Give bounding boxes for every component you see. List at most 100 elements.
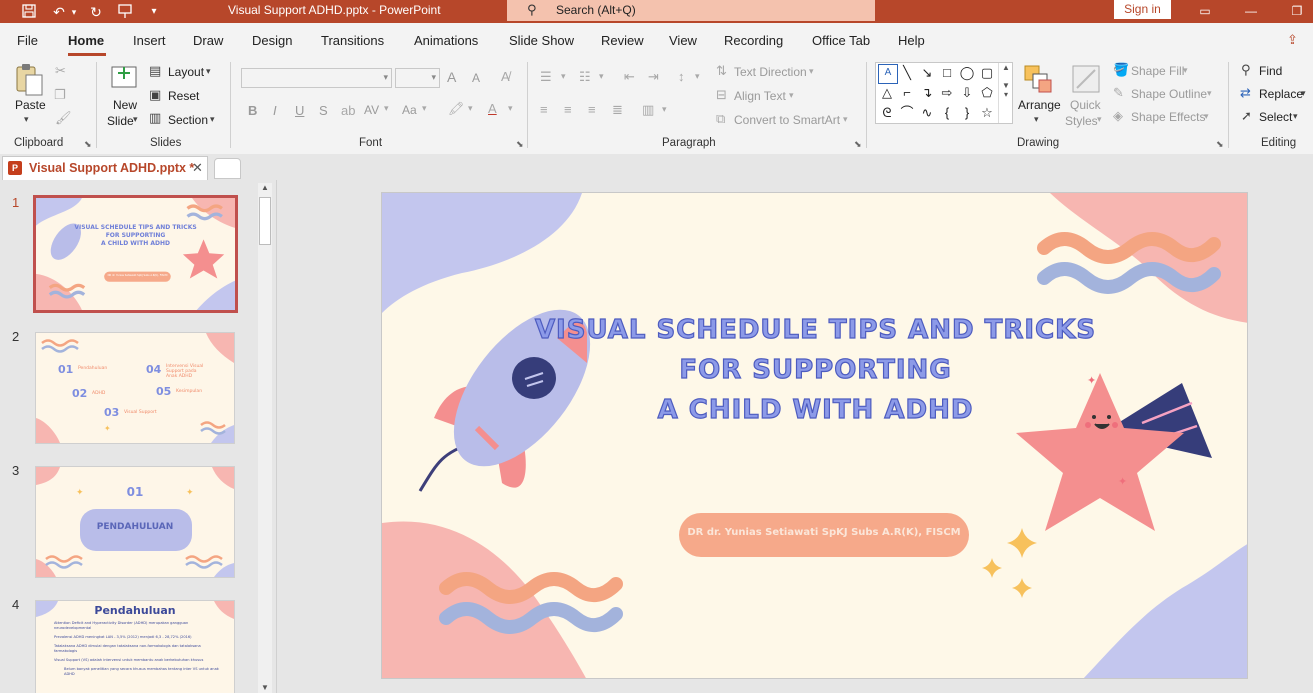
tab-transitions[interactable]: Transitions bbox=[321, 33, 384, 48]
align-left-icon[interactable]: ≡ bbox=[540, 102, 548, 117]
reset-icon[interactable]: ▣ bbox=[149, 87, 161, 103]
slide-title-line-1[interactable]: VISUAL SCHEDULE TIPS AND TRICKS bbox=[382, 314, 1247, 345]
arrange-dropdown-icon[interactable]: ▾ bbox=[1034, 114, 1039, 125]
right-brace-shape-icon[interactable]: } bbox=[958, 104, 976, 122]
chevron-down-icon[interactable]: ▾ bbox=[1301, 88, 1306, 99]
chevron-down-icon[interactable]: ▾ bbox=[599, 71, 604, 82]
right-arrow-shape-icon[interactable]: ⇨ bbox=[938, 84, 956, 102]
new-slide-dropdown-icon[interactable]: ▾ bbox=[133, 114, 138, 125]
bold-button[interactable]: B bbox=[248, 103, 257, 118]
customize-toolbar-icon[interactable]: ▾ bbox=[145, 3, 163, 21]
scrollbar-thumb[interactable] bbox=[259, 197, 271, 245]
arrow-line-shape-icon[interactable]: ↘ bbox=[918, 64, 936, 82]
shapes-gallery[interactable]: A ╲ ↘ □ ◯ ▢ △ ⌐ ↴ ⇨ ⇩ ⬠ ᘓ ⌒ ∿ { } ☆ ▲ ▼ ▾ bbox=[875, 62, 1013, 124]
convert-to-smartart-button[interactable]: Convert to SmartArt bbox=[734, 113, 840, 127]
tab-insert[interactable]: Insert bbox=[133, 33, 166, 48]
star-shape-icon[interactable]: ☆ bbox=[978, 104, 996, 122]
left-brace-shape-icon[interactable]: { bbox=[938, 104, 956, 122]
tab-home[interactable]: Home bbox=[68, 33, 104, 48]
chevron-down-icon[interactable]: ▾ bbox=[561, 71, 566, 82]
shape-outline-button[interactable]: Shape Outline bbox=[1131, 87, 1207, 101]
font-color-icon[interactable]: A bbox=[488, 101, 497, 116]
slide-thumbnail-3[interactable]: ✦ ✦ 01 PENDAHULUAN bbox=[35, 466, 235, 578]
search-input[interactable]: ⚲ Search (Alt+Q) bbox=[507, 0, 875, 21]
gallery-scroll[interactable]: ▲ ▼ ▾ bbox=[998, 63, 1013, 123]
paste-button[interactable]: Paste bbox=[15, 98, 46, 112]
restore-icon[interactable]: ❐ bbox=[1287, 2, 1307, 20]
align-right-icon[interactable]: ≡ bbox=[588, 102, 596, 117]
slide-thumbnail-1[interactable]: VISUAL SCHEDULE TIPS AND TRICKS FOR SUPP… bbox=[33, 195, 238, 313]
undo-dropdown-icon[interactable]: ▾ bbox=[65, 3, 83, 21]
select-icon[interactable]: ➚ bbox=[1241, 108, 1252, 124]
paste-icon[interactable] bbox=[14, 63, 46, 97]
present-icon[interactable] bbox=[116, 3, 134, 21]
quick-styles-label-2[interactable]: Styles bbox=[1065, 114, 1098, 128]
replace-icon[interactable]: ⇄ bbox=[1240, 85, 1251, 101]
paste-dropdown-icon[interactable]: ▾ bbox=[24, 114, 29, 125]
tab-draw[interactable]: Draw bbox=[193, 33, 223, 48]
align-text-button[interactable]: Align Text bbox=[734, 89, 786, 103]
chevron-down-icon[interactable]: ▾ bbox=[843, 114, 848, 125]
chevron-down-icon[interactable]: ▾ bbox=[809, 66, 814, 77]
font-name-combobox[interactable]: ▾ bbox=[241, 68, 392, 88]
slide-canvas[interactable]: ✦ ✦ VISUAL SCHEDULE TIPS AND TRICKS FOR … bbox=[381, 192, 1248, 679]
find-icon[interactable]: ⚲ bbox=[1241, 62, 1251, 78]
redo-icon[interactable]: ↻ bbox=[87, 3, 105, 21]
scroll-down-icon[interactable]: ▼ bbox=[261, 683, 269, 692]
text-box-shape-icon[interactable]: A bbox=[878, 64, 898, 84]
tab-slide-show[interactable]: Slide Show bbox=[509, 33, 574, 48]
elbow-connector-shape-icon[interactable]: ⌐ bbox=[898, 84, 916, 102]
font-launcher-icon[interactable]: ⬊ bbox=[516, 139, 524, 150]
triangle-shape-icon[interactable]: △ bbox=[878, 84, 896, 102]
elbow-arrow-shape-icon[interactable]: ↴ bbox=[918, 84, 936, 102]
tab-animations[interactable]: Animations bbox=[414, 33, 478, 48]
italic-button[interactable]: I bbox=[273, 103, 277, 118]
freeform-shape-icon[interactable]: ᘓ bbox=[878, 104, 896, 122]
change-case-button[interactable]: Aa bbox=[402, 103, 417, 117]
select-button[interactable]: Select bbox=[1259, 110, 1292, 124]
replace-button[interactable]: Replace bbox=[1259, 87, 1303, 101]
minimize-icon[interactable]: — bbox=[1241, 2, 1261, 20]
justify-icon[interactable]: ≣ bbox=[612, 102, 623, 118]
chevron-down-icon[interactable]: ▾ bbox=[1097, 114, 1102, 125]
scroll-up-icon[interactable]: ▲ bbox=[261, 183, 269, 192]
save-icon[interactable] bbox=[20, 3, 38, 21]
tab-view[interactable]: View bbox=[669, 33, 697, 48]
layout-dropdown-icon[interactable]: ▾ bbox=[206, 66, 211, 77]
share-icon[interactable]: ⇪ bbox=[1287, 32, 1298, 48]
quick-styles-icon[interactable] bbox=[1071, 64, 1101, 94]
arrange-icon[interactable] bbox=[1023, 64, 1053, 94]
arrange-button[interactable]: Arrange bbox=[1018, 98, 1061, 112]
tab-file[interactable]: File bbox=[17, 33, 38, 48]
chevron-down-icon[interactable]: ▾ bbox=[662, 104, 667, 115]
new-slide-label-1[interactable]: New bbox=[113, 98, 137, 112]
new-tab-button[interactable] bbox=[214, 158, 241, 179]
drawing-launcher-icon[interactable]: ⬊ bbox=[1216, 139, 1224, 150]
cut-icon[interactable]: ✂ bbox=[55, 63, 66, 79]
format-painter-icon[interactable]: 🖌 bbox=[55, 110, 72, 126]
slide-title-line-2[interactable]: FOR SUPPORTING bbox=[382, 354, 1247, 385]
reset-button[interactable]: Reset bbox=[168, 89, 199, 103]
bullets-icon[interactable]: ☰ bbox=[540, 69, 552, 85]
clipboard-launcher-icon[interactable]: ⬊ bbox=[84, 139, 92, 150]
presenter-pill[interactable]: DR dr. Yunias Setiawati SpKJ Subs A.R(K)… bbox=[679, 513, 969, 557]
tab-review[interactable]: Review bbox=[601, 33, 644, 48]
thumbnail-scrollbar[interactable]: ▲ ▼ bbox=[258, 183, 272, 693]
slide-thumbnail-4[interactable]: Pendahuluan Attention Deficit and Hypera… bbox=[35, 600, 235, 693]
section-icon[interactable]: ▥ bbox=[149, 110, 161, 126]
chevron-down-icon[interactable]: ▾ bbox=[1204, 111, 1209, 122]
tab-office-tab[interactable]: Office Tab bbox=[812, 33, 870, 48]
highlight-icon[interactable]: 🖍 bbox=[448, 101, 465, 117]
decrease-indent-icon[interactable]: ⇤ bbox=[624, 69, 635, 85]
shape-outline-icon[interactable]: ✎ bbox=[1113, 85, 1124, 101]
shape-fill-button[interactable]: Shape Fill bbox=[1131, 64, 1184, 78]
copy-icon[interactable]: ❐ bbox=[54, 87, 66, 103]
chevron-down-icon[interactable]: ▾ bbox=[695, 71, 700, 82]
font-size-combobox[interactable]: ▾ bbox=[395, 68, 440, 88]
chevron-down-icon[interactable]: ▾ bbox=[1293, 111, 1298, 122]
align-center-icon[interactable]: ≡ bbox=[564, 102, 572, 117]
strikethrough-icon[interactable]: ab bbox=[341, 103, 355, 118]
document-tab[interactable]: P Visual Support ADHD.pptx * ✕ bbox=[2, 156, 208, 180]
layout-icon[interactable]: ▤ bbox=[149, 63, 161, 79]
ribbon-display-icon[interactable]: ▭ bbox=[1195, 2, 1215, 20]
